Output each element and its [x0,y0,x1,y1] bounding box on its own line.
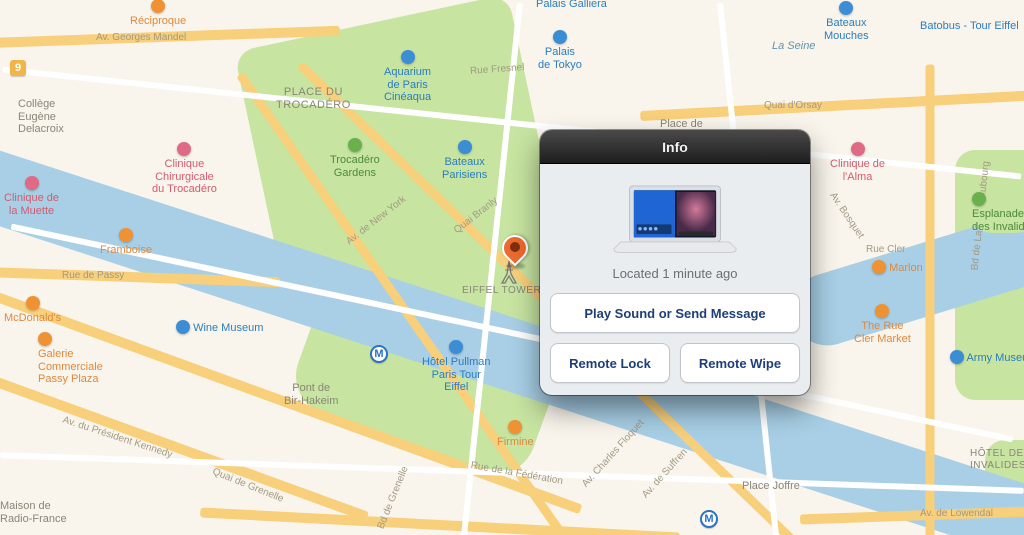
hospital-icon [851,142,865,156]
poi-maison-radio-france: Maison de Radio-France [0,500,67,525]
street-bosquet: Av. Bosquet [827,191,866,241]
poi-wine-museum: Wine Museum [176,320,263,336]
located-status-text: Located 1 minute ago [550,266,800,281]
museum-icon [176,320,190,334]
map-canvas[interactable]: La Seine Réciproque Av. Georges Mandel C… [0,0,1024,535]
river-label: La Seine [772,40,815,53]
device-info-popover: Info Located 1 minute ago Play Sound or … [540,130,810,395]
play-sound-button[interactable]: Play Sound or Send Message [550,293,800,333]
poi-bateaux-mouches: Bateaux Mouches [824,1,869,42]
metro-badge: M [370,345,388,363]
hospital-icon [177,142,191,156]
boat-icon [839,1,853,15]
poi-palais-tokyo: Palais de Tokyo [538,30,582,71]
poi-college: Collège Eugène Delacroix [18,98,64,136]
road [926,65,935,535]
museum-icon [553,30,567,44]
poi-palais-galliera: Palais Galliera [536,0,607,11]
poi-batobus: Batobus - Tour Eiffel [920,20,1019,33]
shop-icon [38,332,52,346]
remote-lock-button[interactable]: Remote Lock [550,343,670,383]
popover-title: Info [540,130,810,164]
road [640,89,1024,121]
metro-badge: M [700,510,718,528]
device-thumbnail [550,180,800,260]
poi-clinique-chirurgicale: Clinique Chirurgicale du Trocadéro [152,142,217,196]
road [200,507,680,535]
shop-icon [151,0,165,13]
route-badge: 9 [10,60,26,76]
remote-wipe-button[interactable]: Remote Wipe [680,343,800,383]
poi-galerie: Galerie Commerciale Passy Plaza [38,332,103,386]
poi-reciproque: Réciproque [130,0,186,28]
